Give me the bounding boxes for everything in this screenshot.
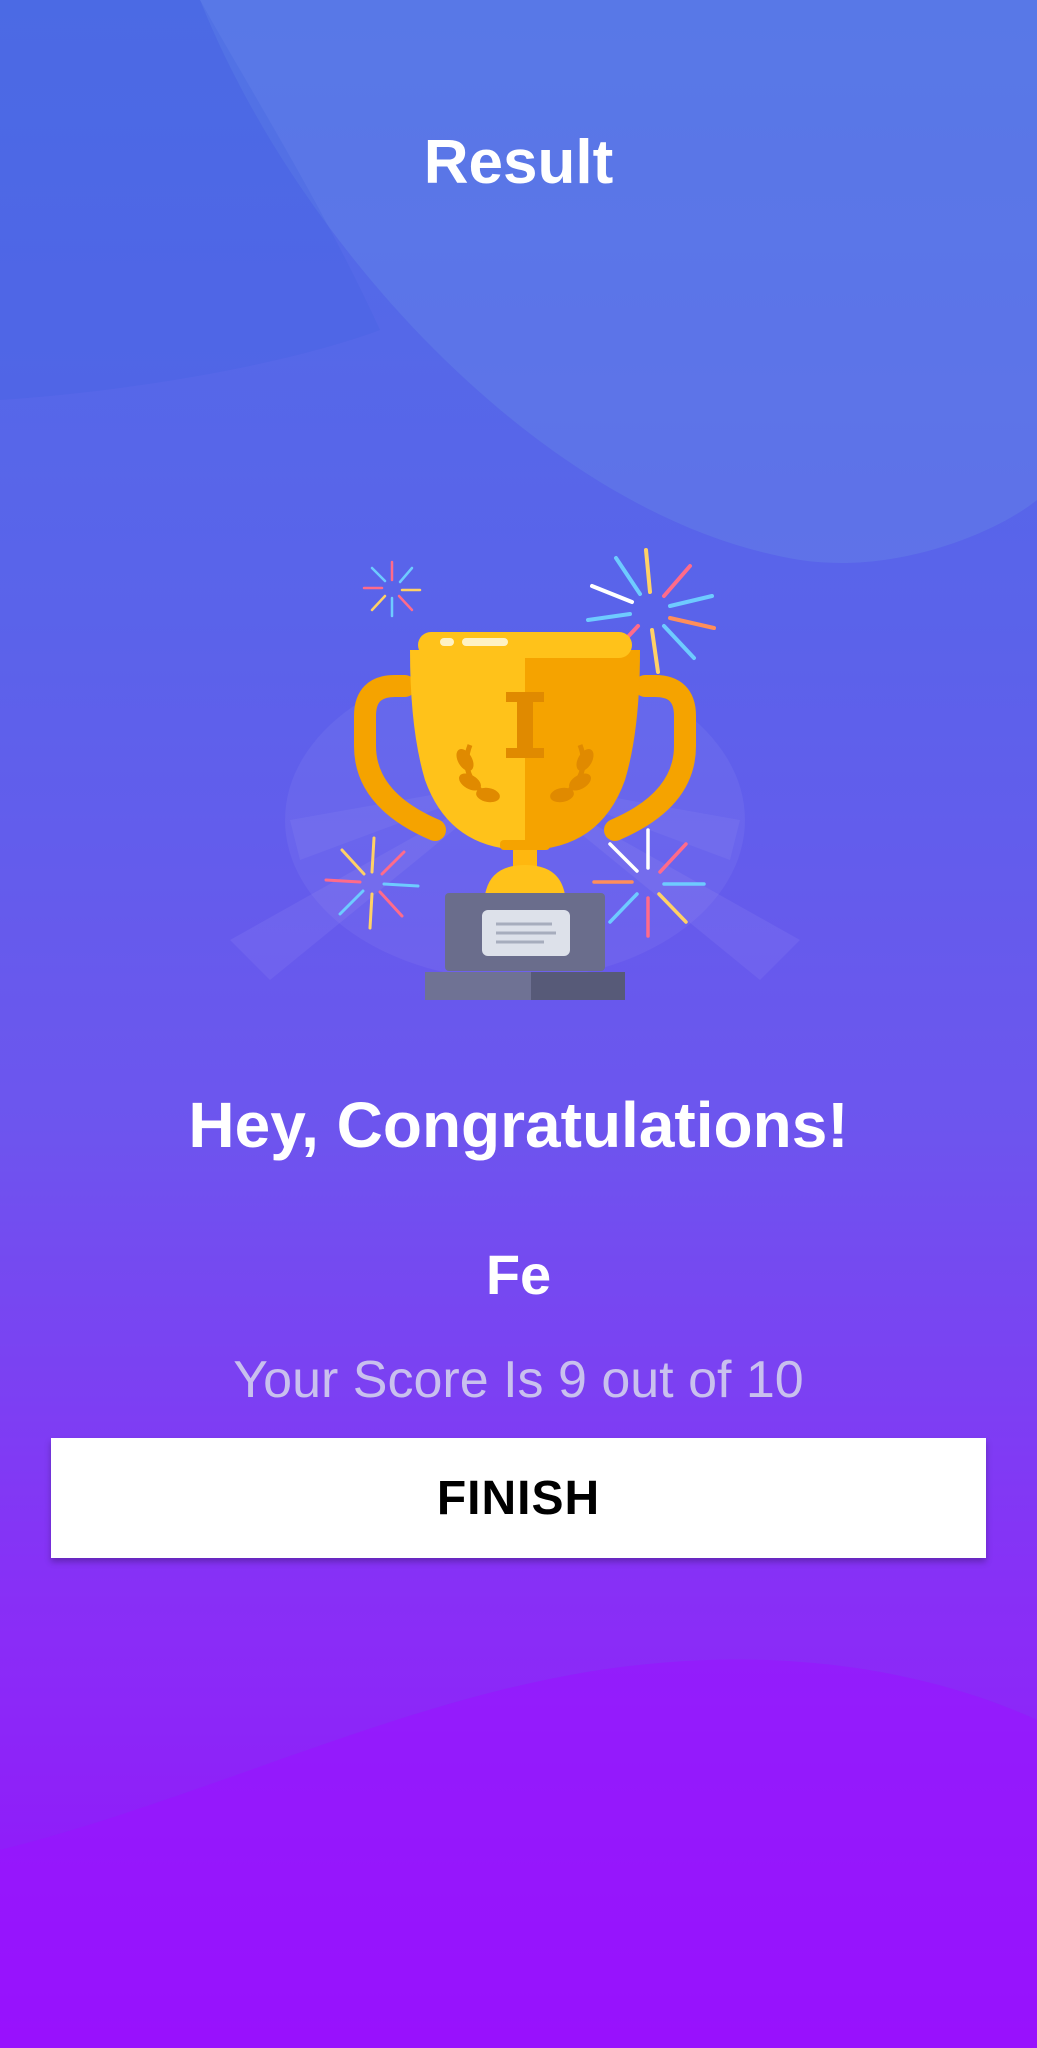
- congratulations-heading: Hey, Congratulations!: [188, 1089, 849, 1161]
- firework-icon: [362, 560, 422, 618]
- page-title: Result: [423, 128, 614, 197]
- trophy-illustration: [230, 520, 800, 1020]
- user-name: Fe: [485, 1243, 552, 1306]
- background-waves: [0, 0, 1037, 2048]
- score-text: Your Score Is 9 out of 10: [233, 1351, 804, 1409]
- trophy-icon: [230, 548, 800, 1000]
- finish-button[interactable]: FINISH: [51, 1438, 986, 1558]
